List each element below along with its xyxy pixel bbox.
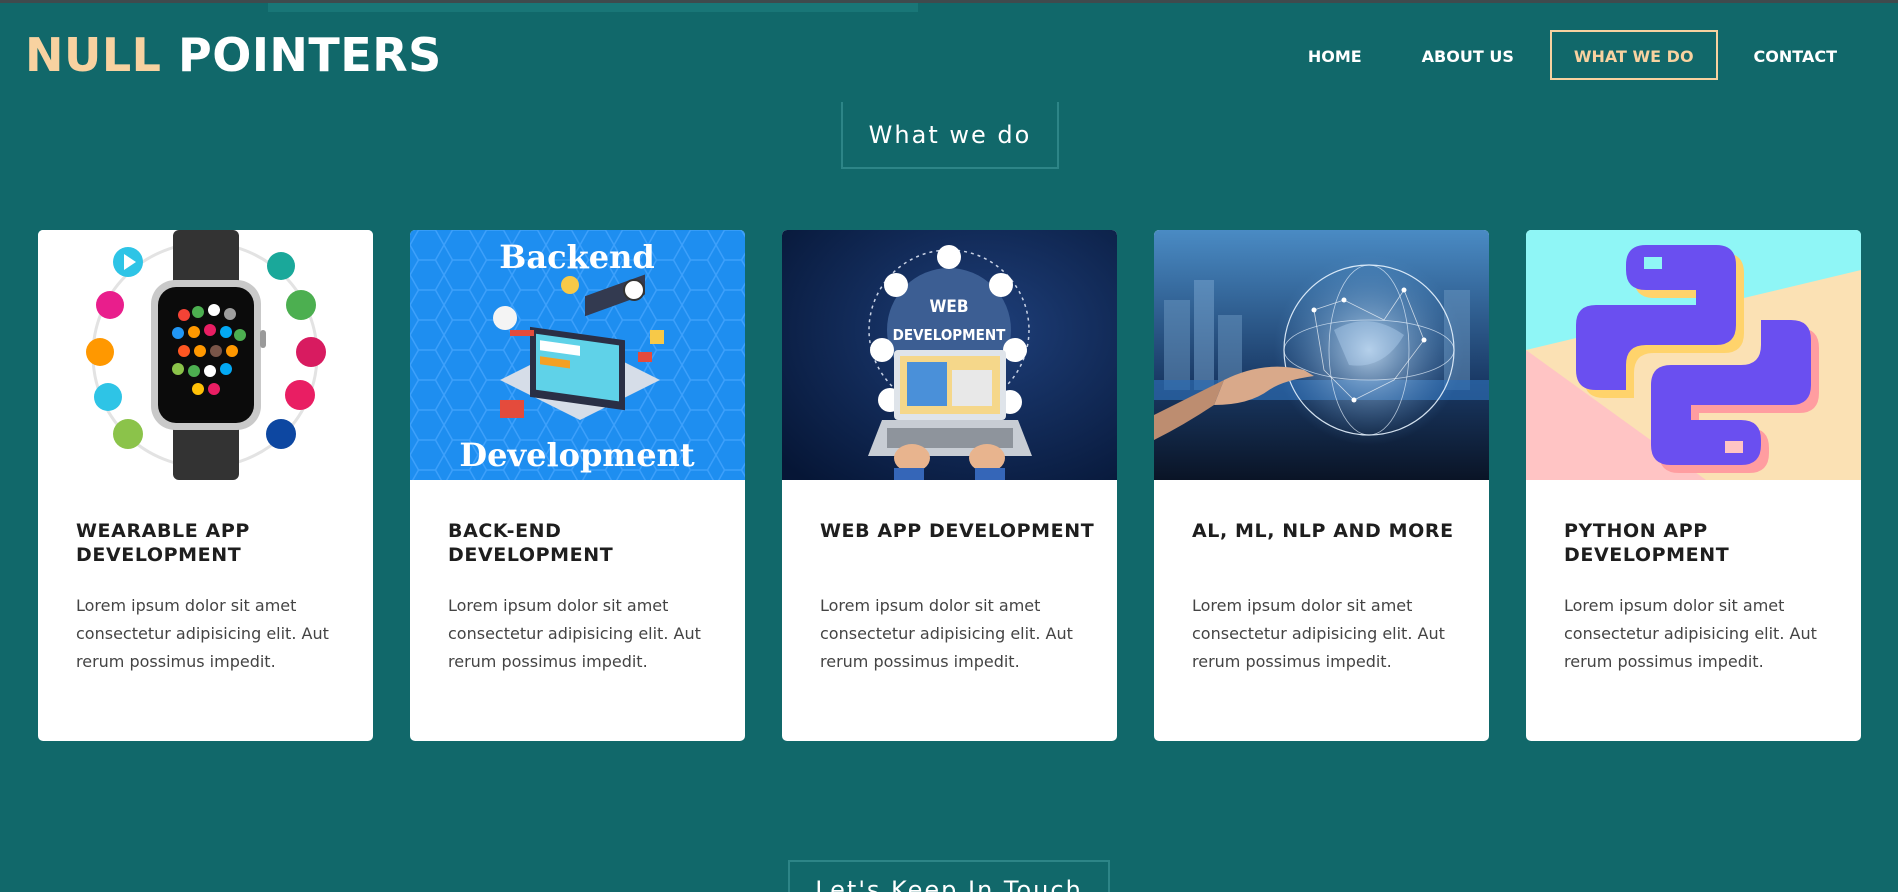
card-title: PYTHON APP DEVELOPMENT <box>1564 520 1730 566</box>
next-section-title: Let's Keep In Touch <box>788 860 1110 892</box>
nav-home[interactable]: HOME <box>1284 30 1386 80</box>
site-logo[interactable]: NULL POINTERS <box>25 26 442 84</box>
nav-what-we-do[interactable]: WHAT WE DO <box>1549 30 1718 80</box>
section-title: What we do <box>841 102 1059 169</box>
card-title: WEB APP DEVELOPMENT <box>820 520 1095 542</box>
service-card-ai[interactable]: AL, ML, NLP AND MORE Lorem ipsum dolor s… <box>1154 230 1489 741</box>
card-text: Lorem ipsum dolor sit amet consectetur a… <box>820 596 1073 671</box>
backend-development-image: Backend Development <box>410 230 745 480</box>
main-nav: HOME ABOUT US WHAT WE DO CONTACT <box>1284 30 1861 80</box>
card-text: Lorem ipsum dolor sit amet consectetur a… <box>76 596 329 671</box>
image-caption-top: WEB <box>930 297 969 317</box>
logo-main-text: POINTERS <box>178 28 442 82</box>
logo-accent-text: NULL <box>25 28 162 82</box>
service-card-web[interactable]: WEB DEVELOPMENT WEB APP DEVELOPMENT Lore… <box>782 230 1117 741</box>
card-title: WEARABLE APP DEVELOPMENT <box>76 520 250 566</box>
python-logo-image <box>1526 230 1861 480</box>
ai-globe-image <box>1154 230 1489 480</box>
smartwatch-image <box>38 230 373 480</box>
service-card-python[interactable]: PYTHON APP DEVELOPMENT Lorem ipsum dolor… <box>1526 230 1861 741</box>
scroll-indicator <box>268 3 918 12</box>
card-text: Lorem ipsum dolor sit amet consectetur a… <box>1192 596 1445 671</box>
card-title: AL, ML, NLP AND MORE <box>1192 520 1454 542</box>
service-card-backend[interactable]: Backend Development BACK-END DEVELOPMENT… <box>410 230 745 741</box>
services-cards: WEARABLE APP DEVELOPMENT Lorem ipsum dol… <box>38 230 1861 741</box>
card-title: BACK-END DEVELOPMENT <box>448 520 614 566</box>
image-caption-top: Backend <box>499 238 654 276</box>
nav-contact[interactable]: CONTACT <box>1730 30 1861 80</box>
card-text: Lorem ipsum dolor sit amet consectetur a… <box>448 596 701 671</box>
image-caption-bottom: DEVELOPMENT <box>893 326 1006 344</box>
web-development-image: WEB DEVELOPMENT <box>782 230 1117 480</box>
nav-about-us[interactable]: ABOUT US <box>1398 30 1538 80</box>
image-caption-bottom: Development <box>459 436 694 474</box>
card-text: Lorem ipsum dolor sit amet consectetur a… <box>1564 596 1817 671</box>
service-card-wearable[interactable]: WEARABLE APP DEVELOPMENT Lorem ipsum dol… <box>38 230 373 741</box>
